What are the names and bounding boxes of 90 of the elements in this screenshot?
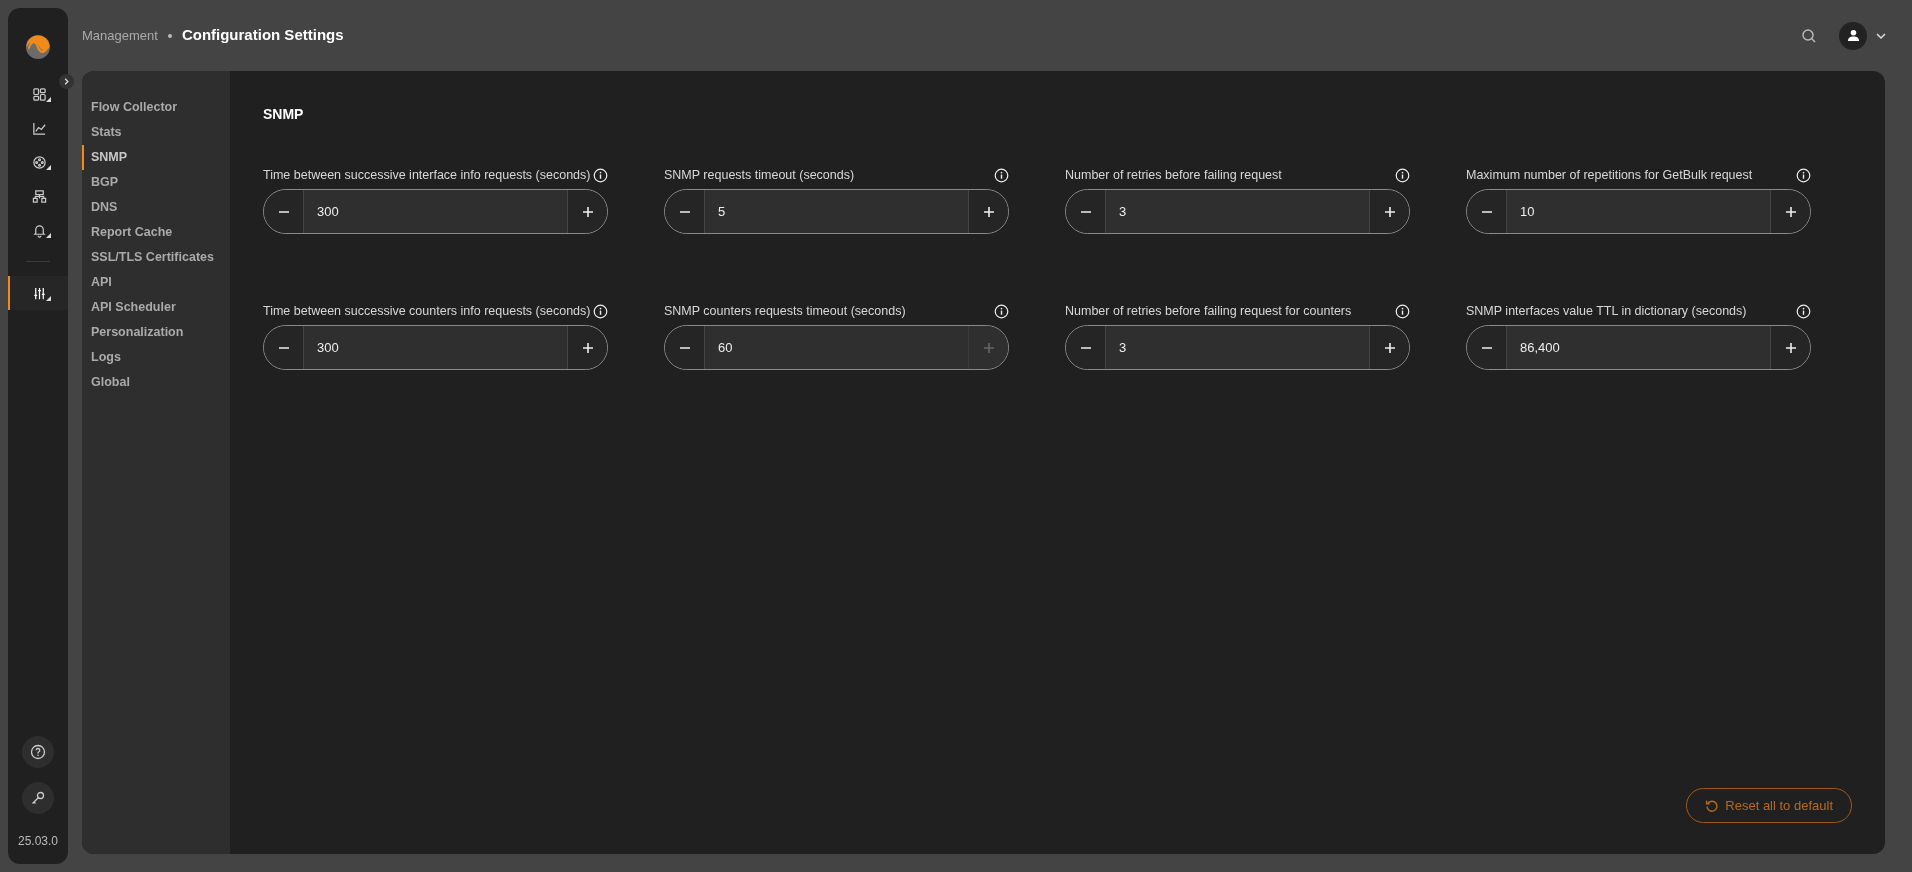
field-label: Number of retries before failing request [1065,166,1282,184]
hierarchy-icon [31,188,47,204]
info-icon[interactable] [1796,167,1811,183]
plus-icon [1383,205,1396,218]
settings-nav-item[interactable]: Report Cache [82,220,230,245]
decrement-button[interactable] [665,326,705,369]
increment-button[interactable] [567,326,607,369]
number-stepper[interactable]: 3 [1065,189,1410,234]
field-label: Time between successive interface info requests (seconds) [263,166,591,184]
number-stepper[interactable]: 5 [664,189,1009,234]
plus-icon [1784,205,1797,218]
plus-icon [982,341,995,354]
increment-button[interactable] [968,190,1008,233]
decrement-button[interactable] [665,190,705,233]
sliders-icon [31,285,47,301]
increment-button[interactable] [1369,190,1409,233]
field-label: Time between successive counters info requests (seconds) [263,302,591,320]
breadcrumb-separator-icon [167,33,172,38]
number-stepper[interactable]: 300 [263,189,608,234]
dashboard-icon [31,86,47,102]
info-icon[interactable] [994,167,1009,183]
settings-nav-item[interactable]: Stats [82,120,230,145]
number-input[interactable]: 5 [705,190,968,233]
field-label: Maximum number of repetitions for GetBulk request [1466,166,1753,184]
section-title: SNMP [263,105,305,124]
settings-nav-item[interactable]: SNMP [82,145,230,170]
increment-button[interactable] [1770,326,1810,369]
info-icon[interactable] [994,303,1009,319]
field-label: SNMP interfaces value TTL in dictionary (seconds) [1466,302,1747,320]
page-title: Configuration Settings [181,25,344,46]
help-icon [30,744,46,760]
plus-icon [581,341,594,354]
line-chart-icon [31,120,47,136]
info-icon[interactable] [1395,167,1410,183]
plus-icon [1784,341,1797,354]
decrement-button[interactable] [1066,190,1106,233]
field-label: SNMP requests timeout (seconds) [664,166,855,184]
rail-nav-item[interactable] [8,276,68,310]
number-input[interactable]: 300 [304,190,567,233]
bell-icon [31,222,47,238]
plus-icon [581,205,594,218]
info-icon[interactable] [593,303,608,319]
increment-button[interactable] [1770,190,1810,233]
number-input[interactable]: 3 [1106,326,1369,369]
info-icon[interactable] [1796,303,1811,319]
network-icon [31,154,47,170]
plus-icon [1383,341,1396,354]
expand-button[interactable] [59,74,74,89]
settings-nav-item[interactable]: Logs [82,345,230,370]
settings-nav-item[interactable]: Global [82,370,230,395]
help-button[interactable] [22,736,54,768]
decrement-button[interactable] [1467,326,1507,369]
number-stepper[interactable]: 3 [1065,325,1410,370]
decrement-button[interactable] [264,190,304,233]
user-avatar[interactable] [1839,21,1867,50]
chevron-right-icon [62,77,71,86]
settings-nav-item[interactable]: Personalization [82,320,230,345]
logo-icon [25,34,51,60]
field-label: SNMP counters requests timeout (seconds) [664,302,906,320]
settings-nav-item[interactable]: SSL/TLS Certificates [82,245,230,270]
info-icon[interactable] [1395,303,1410,319]
number-input[interactable]: 86,400 [1507,326,1770,369]
plus-icon [982,205,995,218]
key-button[interactable] [22,782,54,814]
number-input[interactable]: 10 [1507,190,1770,233]
number-stepper[interactable]: 86,400 [1466,325,1811,370]
number-stepper[interactable]: 60 [664,325,1009,370]
decrement-button[interactable] [264,326,304,369]
field-label: Number of retries before failing request for counters [1065,302,1352,320]
version-text: 25.03.0 [17,833,58,850]
decrement-button[interactable] [1066,326,1106,369]
search-icon[interactable] [1801,27,1817,44]
number-input[interactable]: 3 [1106,190,1369,233]
settings-nav-item[interactable]: DNS [82,195,230,220]
settings-nav-item[interactable]: BGP [82,170,230,195]
number-input[interactable]: 60 [705,326,968,369]
user-icon [1846,29,1860,42]
decrement-button[interactable] [1467,190,1507,233]
reset-icon [1705,798,1720,813]
key-icon [30,790,46,806]
number-stepper[interactable]: 10 [1466,189,1811,234]
increment-button[interactable] [1369,326,1409,369]
number-input[interactable]: 300 [304,326,567,369]
settings-nav-item[interactable]: API Scheduler [82,295,230,320]
breadcrumb-link[interactable]: Management [82,25,158,46]
info-icon[interactable] [593,167,608,183]
increment-button[interactable] [567,190,607,233]
number-stepper[interactable]: 300 [263,325,608,370]
settings-nav-item[interactable]: API [82,270,230,295]
settings-nav-item[interactable]: Flow Collector [82,95,230,120]
